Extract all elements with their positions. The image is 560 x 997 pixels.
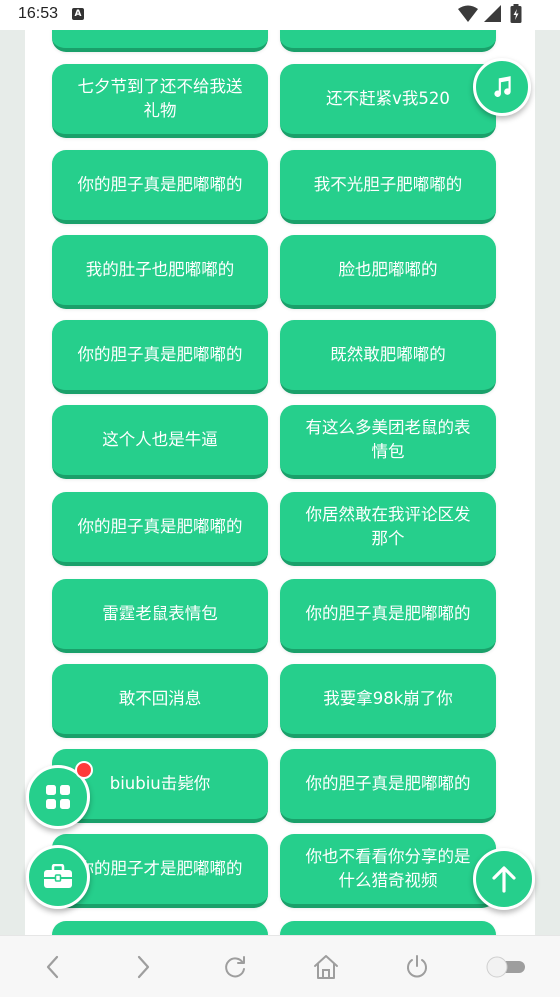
phrase-tile[interactable]: 你的胆子真是肥嘟嘟的 [280,749,496,823]
phrase-tile[interactable]: 你的胆子真是肥嘟嘟的 [52,150,268,224]
back-button[interactable] [36,950,70,984]
phrase-tile[interactable] [280,30,496,52]
power-button[interactable] [400,950,434,984]
phrase-tile[interactable]: 你的胆子真是肥嘟嘟的 [52,320,268,394]
grid-apps-icon [46,785,70,809]
battery-charging-icon [510,4,522,23]
toggle-icon [486,956,525,978]
phrase-tile[interactable]: 我要拿98k崩了你 [280,664,496,738]
home-icon [314,955,338,979]
phrase-tile[interactable]: 既然敢肥嘟嘟的 [280,320,496,394]
music-note-icon [494,76,511,97]
phrase-tile[interactable] [52,921,268,935]
back-icon [46,955,59,979]
bottom-navigation-bar [0,935,560,997]
toolbox-icon [44,864,72,888]
phrase-tile[interactable]: 雷霆老鼠表情包 [52,579,268,653]
phrase-tile[interactable] [280,921,496,935]
phrase-tile[interactable]: 这个人也是牛逼 [52,405,268,479]
phrase-tile[interactable]: 你的胆子真是肥嘟嘟的 [52,492,268,566]
phrase-tile[interactable] [52,30,268,52]
signal-icon [484,5,501,22]
scroll-to-top-button[interactable] [473,848,535,910]
phrase-tile[interactable]: 敢不回消息 [52,664,268,738]
wifi-icon [458,5,478,22]
status-bar: 16:53 A [0,0,560,30]
forward-button[interactable] [126,950,160,984]
music-button[interactable] [473,58,531,116]
phrase-tile[interactable]: 脸也肥嘟嘟的 [280,235,496,309]
forward-icon [137,955,150,979]
power-icon [407,955,427,978]
toolbox-button[interactable] [26,845,90,909]
status-time: 16:53 [18,5,59,22]
phrase-tile[interactable]: 你居然敢在我评论区发那个 [280,492,496,566]
phrase-tile[interactable]: 有这么多美团老鼠的表情包 [280,405,496,479]
phrase-tile[interactable]: 你的胆子真是肥嘟嘟的 [280,579,496,653]
notification-badge [75,761,93,779]
phrase-tile[interactable]: 还不赶紧v我520 [280,64,496,138]
phrase-tile[interactable]: 我不光胆子肥嘟嘟的 [280,150,496,224]
toggle-switch[interactable] [484,950,528,984]
phrase-tile[interactable]: 七夕节到了还不给我送礼物 [52,64,268,138]
notification-app-icon: A [72,8,84,20]
phrase-tile[interactable]: 你也不看看你分享的是什么猎奇视频 [280,834,496,908]
phrase-grid: 七夕节到了还不给我送礼物 还不赶紧v我520 你的胆子真是肥嘟嘟的 我不光胆子肥… [25,30,535,935]
refresh-icon [225,956,245,978]
arrow-up-icon [492,866,516,893]
phrase-tile[interactable]: 我的肚子也肥嘟嘟的 [52,235,268,309]
home-button[interactable] [309,950,343,984]
refresh-button[interactable] [218,950,252,984]
